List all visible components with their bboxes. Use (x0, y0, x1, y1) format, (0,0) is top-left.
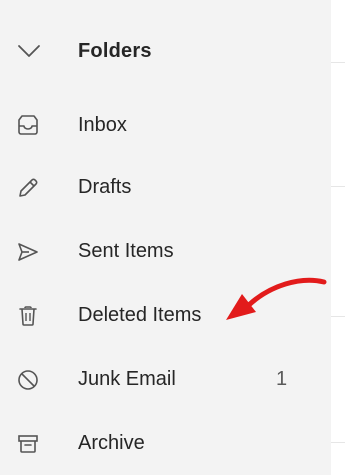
red-curved-arrow-icon (220, 272, 332, 328)
folder-label: Drafts (78, 176, 132, 198)
message-list-edge (331, 0, 345, 475)
folder-item-archive[interactable]: Archive (0, 416, 331, 472)
block-icon (14, 366, 42, 394)
folder-item-junk-email[interactable]: Junk Email 1 (0, 352, 331, 408)
send-icon (14, 238, 42, 266)
folder-label: Sent Items (78, 240, 174, 262)
folder-label: Archive (78, 432, 145, 454)
archive-icon (14, 430, 42, 458)
mail-folder-pane: Folders Inbox Drafts Sent Items Deleted … (0, 0, 345, 475)
folder-item-inbox[interactable]: Inbox (0, 98, 331, 154)
folders-title: Folders (78, 40, 152, 62)
folder-label: Inbox (78, 114, 127, 136)
folder-item-drafts[interactable]: Drafts (0, 160, 331, 216)
pencil-icon (14, 174, 42, 202)
folders-section-header[interactable]: Folders (0, 28, 331, 76)
unread-count: 1 (276, 368, 288, 390)
chevron-down-icon[interactable] (15, 40, 43, 62)
folder-label: Junk Email (78, 368, 176, 390)
folder-label: Deleted Items (78, 304, 202, 326)
inbox-icon (14, 112, 42, 140)
trash-icon (14, 302, 42, 330)
